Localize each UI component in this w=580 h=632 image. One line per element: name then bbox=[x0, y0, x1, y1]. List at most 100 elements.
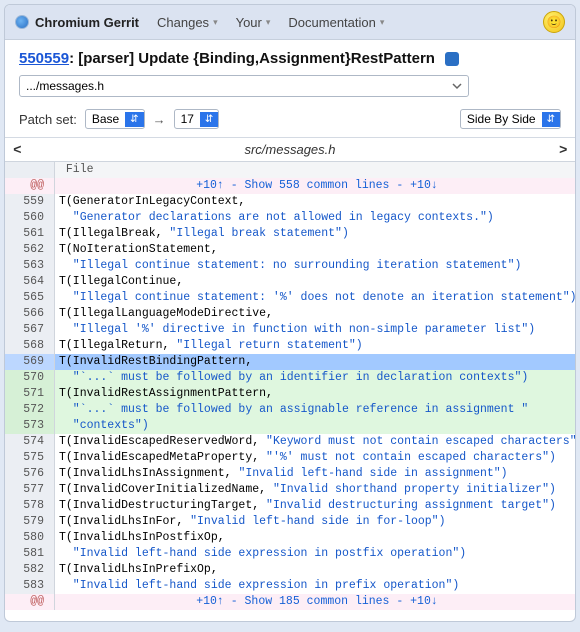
code-line[interactable]: 582T(InvalidLhsInPrefixOp, bbox=[5, 562, 575, 578]
line-text: T(InvalidLhsInPostfixOp, bbox=[55, 530, 575, 546]
brand[interactable]: Chromium Gerrit bbox=[15, 15, 139, 30]
code-line[interactable]: 575T(InvalidEscapedMetaProperty, "'%' mu… bbox=[5, 450, 575, 466]
code-line[interactable]: 569T(InvalidRestBindingPattern, bbox=[5, 354, 575, 370]
line-number: 565 bbox=[5, 290, 55, 306]
line-text: T(InvalidEscapedReservedWord, "Keyword m… bbox=[55, 434, 575, 450]
code-line[interactable]: 572 "`...` must be followed by an assign… bbox=[5, 402, 575, 418]
code-line[interactable]: 562T(NoIterationStatement, bbox=[5, 242, 575, 258]
code-line[interactable]: File bbox=[5, 162, 575, 178]
code-line[interactable]: 583 "Invalid left-hand side expression i… bbox=[5, 578, 575, 594]
code-line[interactable]: @@+10↑ - Show 558 common lines - +10↓ bbox=[5, 178, 575, 194]
line-text: "Illegal continue statement: '%' does no… bbox=[55, 290, 575, 306]
code-line[interactable]: 576T(InvalidLhsInAssignment, "Invalid le… bbox=[5, 466, 575, 482]
topbar: Chromium Gerrit Changes▾ Your▾ Documenta… bbox=[5, 5, 575, 40]
avatar-smiley-icon[interactable]: 🙂 bbox=[543, 11, 565, 33]
diff-view[interactable]: File@@+10↑ - Show 558 common lines - +10… bbox=[5, 162, 575, 621]
line-text: T(InvalidLhsInFor, "Invalid left-hand si… bbox=[55, 514, 575, 530]
chevron-down-icon: ▾ bbox=[213, 17, 218, 28]
code-line[interactable]: 581 "Invalid left-hand side expression i… bbox=[5, 546, 575, 562]
line-number: @@ bbox=[5, 594, 55, 610]
nav-your[interactable]: Your▾ bbox=[236, 15, 271, 30]
line-number: 567 bbox=[5, 322, 55, 338]
code-line[interactable]: 577T(InvalidCoverInitializedName, "Inval… bbox=[5, 482, 575, 498]
patchset-controls: Patch set: Base⇵ → 17⇵ Side By Side⇵ bbox=[5, 105, 575, 138]
code-line[interactable]: 578T(InvalidDestructuringTarget, "Invali… bbox=[5, 498, 575, 514]
line-number: 575 bbox=[5, 450, 55, 466]
line-number: 581 bbox=[5, 546, 55, 562]
code-line[interactable]: 566T(IllegalLanguageModeDirective, bbox=[5, 306, 575, 322]
code-line[interactable]: 559T(GeneratorInLegacyContext, bbox=[5, 194, 575, 210]
line-number: 563 bbox=[5, 258, 55, 274]
change-number-link[interactable]: 550559 bbox=[19, 50, 69, 67]
logo-icon bbox=[15, 15, 29, 29]
line-number: 561 bbox=[5, 226, 55, 242]
line-text: "`...` must be followed by an assignable… bbox=[55, 402, 575, 418]
code-line[interactable]: 574T(InvalidEscapedReservedWord, "Keywor… bbox=[5, 434, 575, 450]
nav-changes[interactable]: Changes▾ bbox=[157, 15, 218, 30]
line-text: T(InvalidEscapedMetaProperty, "'%' must … bbox=[55, 450, 575, 466]
file-header-label: src/messages.h bbox=[244, 142, 335, 157]
line-number: 573 bbox=[5, 418, 55, 434]
line-number: 579 bbox=[5, 514, 55, 530]
line-text: "Invalid left-hand side expression in po… bbox=[55, 546, 575, 562]
code-line[interactable]: 570 "`...` must be followed by an identi… bbox=[5, 370, 575, 386]
line-number: 560 bbox=[5, 210, 55, 226]
patchset-label: Patch set: bbox=[19, 112, 77, 127]
view-mode-select[interactable]: Side By Side⇵ bbox=[460, 109, 561, 129]
line-text: T(IllegalBreak, "Illegal break statement… bbox=[55, 226, 575, 242]
code-line[interactable]: 565 "Illegal continue statement: '%' doe… bbox=[5, 290, 575, 306]
line-text: +10↑ - Show 185 common lines - +10↓ bbox=[55, 594, 575, 610]
line-text: T(IllegalLanguageModeDirective, bbox=[55, 306, 575, 322]
chevron-down-icon: ▾ bbox=[266, 17, 271, 28]
base-select[interactable]: Base⇵ bbox=[85, 109, 145, 129]
code-line[interactable]: 564T(IllegalContinue, bbox=[5, 274, 575, 290]
code-line[interactable]: 573 "contexts") bbox=[5, 418, 575, 434]
line-number: 574 bbox=[5, 434, 55, 450]
line-text: +10↑ - Show 558 common lines - +10↓ bbox=[55, 178, 575, 194]
code-line[interactable]: 580T(InvalidLhsInPostfixOp, bbox=[5, 530, 575, 546]
line-text: T(InvalidDestructuringTarget, "Invalid d… bbox=[55, 498, 575, 514]
file-path-input[interactable] bbox=[19, 75, 469, 97]
code-line[interactable]: 561T(IllegalBreak, "Illegal break statem… bbox=[5, 226, 575, 242]
nav-documentation[interactable]: Documentation▾ bbox=[288, 15, 384, 30]
chevron-updown-icon: ⇵ bbox=[125, 112, 143, 127]
line-text: T(InvalidCoverInitializedName, "Invalid … bbox=[55, 482, 575, 498]
status-badge-icon[interactable] bbox=[445, 52, 459, 66]
code-line[interactable]: 567 "Illegal '%' directive in function w… bbox=[5, 322, 575, 338]
change-desc: : [parser] Update {Binding,Assignment}Re… bbox=[69, 50, 435, 67]
line-text: "Illegal continue statement: no surround… bbox=[55, 258, 575, 274]
line-text: T(GeneratorInLegacyContext, bbox=[55, 194, 575, 210]
code-line[interactable]: 563 "Illegal continue statement: no surr… bbox=[5, 258, 575, 274]
line-text: T(InvalidRestBindingPattern, bbox=[55, 354, 575, 370]
line-number: 559 bbox=[5, 194, 55, 210]
target-select[interactable]: 17⇵ bbox=[174, 109, 220, 129]
line-number: 570 bbox=[5, 370, 55, 386]
line-text: "Invalid left-hand side expression in pr… bbox=[55, 578, 575, 594]
chevron-updown-icon: ⇵ bbox=[542, 112, 560, 127]
next-file-button[interactable]: > bbox=[559, 141, 567, 157]
line-number: 568 bbox=[5, 338, 55, 354]
prev-file-button[interactable]: < bbox=[13, 141, 21, 157]
file-header: < src/messages.h > bbox=[5, 138, 575, 162]
code-line[interactable]: 571T(InvalidRestAssignmentPattern, bbox=[5, 386, 575, 402]
line-number: 580 bbox=[5, 530, 55, 546]
line-text: "Generator declarations are not allowed … bbox=[55, 210, 575, 226]
line-text: "Illegal '%' directive in function with … bbox=[55, 322, 575, 338]
line-text: T(InvalidLhsInAssignment, "Invalid left-… bbox=[55, 466, 575, 482]
line-text: T(InvalidRestAssignmentPattern, bbox=[55, 386, 575, 402]
brand-label: Chromium Gerrit bbox=[35, 15, 139, 30]
arrow-right-icon: → bbox=[153, 112, 166, 127]
line-text: T(IllegalReturn, "Illegal return stateme… bbox=[55, 338, 575, 354]
app-window: Chromium Gerrit Changes▾ Your▾ Documenta… bbox=[4, 4, 576, 622]
line-number: 562 bbox=[5, 242, 55, 258]
line-number: 583 bbox=[5, 578, 55, 594]
code-line[interactable]: 579T(InvalidLhsInFor, "Invalid left-hand… bbox=[5, 514, 575, 530]
line-text: T(NoIterationStatement, bbox=[55, 242, 575, 258]
line-number: 578 bbox=[5, 498, 55, 514]
line-number: 577 bbox=[5, 482, 55, 498]
file-path-field bbox=[19, 75, 561, 97]
code-line[interactable]: @@+10↑ - Show 185 common lines - +10↓ bbox=[5, 594, 575, 610]
code-line[interactable]: 568T(IllegalReturn, "Illegal return stat… bbox=[5, 338, 575, 354]
line-number bbox=[5, 162, 55, 178]
code-line[interactable]: 560 "Generator declarations are not allo… bbox=[5, 210, 575, 226]
